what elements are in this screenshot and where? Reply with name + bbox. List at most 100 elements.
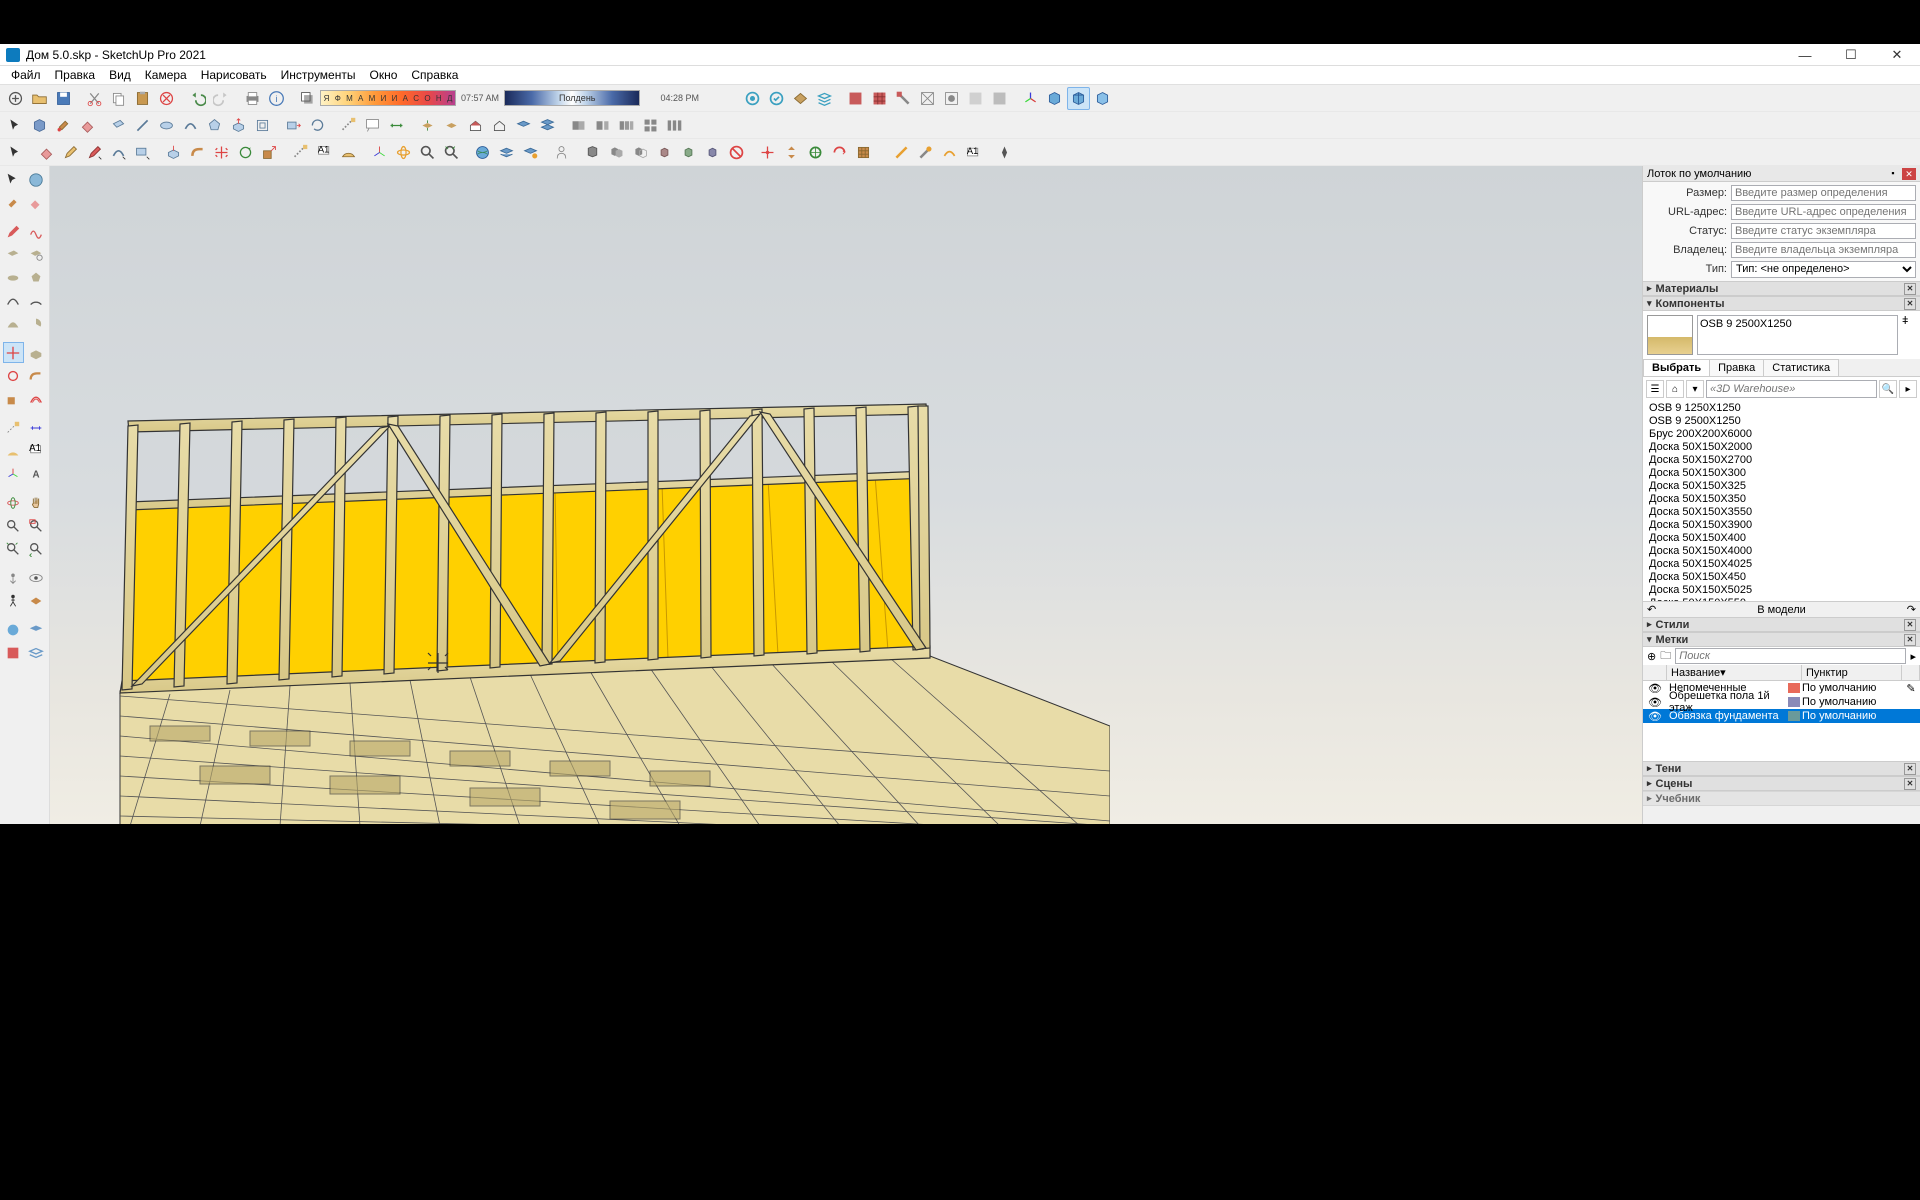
list-item[interactable]: Доска 50Х150Х3550: [1643, 505, 1920, 518]
lt-protractor-icon[interactable]: [3, 440, 24, 461]
pencil-icon[interactable]: [59, 141, 82, 164]
solid1-icon[interactable]: [581, 141, 604, 164]
component-icon[interactable]: [28, 114, 51, 137]
texture6-icon[interactable]: [964, 87, 987, 110]
lt-look-icon[interactable]: [26, 567, 47, 588]
menu-view[interactable]: Вид: [102, 68, 138, 82]
lt-zoom-icon[interactable]: [3, 515, 24, 536]
list-item[interactable]: Доска 50Х150Х2700: [1643, 453, 1920, 466]
list-item[interactable]: Доска 50Х150Х2000: [1643, 440, 1920, 453]
menu-edit[interactable]: Правка: [48, 68, 103, 82]
lt-3arc-icon[interactable]: [3, 313, 24, 334]
menu-file[interactable]: Файл: [4, 68, 48, 82]
iso2-icon[interactable]: [1067, 87, 1090, 110]
tape2-icon[interactable]: [289, 141, 312, 164]
lt-section-icon[interactable]: [26, 590, 47, 611]
lt-move-icon[interactable]: [3, 342, 24, 363]
tape-icon[interactable]: [337, 114, 360, 137]
group3-icon[interactable]: [615, 114, 638, 137]
axis-icon[interactable]: [1019, 87, 1042, 110]
redo-icon[interactable]: [210, 87, 233, 110]
lt-ext2-icon[interactable]: [26, 642, 47, 663]
save-icon[interactable]: [52, 87, 75, 110]
move2-icon[interactable]: [282, 114, 305, 137]
home-icon[interactable]: ⌂: [1666, 380, 1684, 398]
nav-icon[interactable]: ▸: [1899, 380, 1917, 398]
ext2-icon[interactable]: [914, 141, 937, 164]
pushpull2-icon[interactable]: [162, 141, 185, 164]
lt-rotate-icon[interactable]: [3, 365, 24, 386]
list-item[interactable]: Доска 50Х150Х300: [1643, 466, 1920, 479]
lt-3dtext-icon[interactable]: A: [26, 463, 47, 484]
rect-icon[interactable]: [107, 114, 130, 137]
orbit-icon[interactable]: [416, 114, 439, 137]
menu-tools[interactable]: Инструменты: [274, 68, 363, 82]
menu-bar[interactable]: Файл Правка Вид Камера Нарисовать Инстру…: [0, 66, 1920, 85]
minimize-button[interactable]: —: [1782, 44, 1828, 66]
pin-icon[interactable]: ▪: [1886, 168, 1900, 180]
lt-freehand-icon[interactable]: [26, 221, 47, 242]
sand2-icon[interactable]: [780, 141, 803, 164]
iso3-icon[interactable]: [1091, 87, 1114, 110]
outliner-icon[interactable]: [741, 87, 764, 110]
learn-panel-header[interactable]: ▸Учебник: [1643, 791, 1920, 806]
tab-edit[interactable]: Правка: [1709, 359, 1764, 376]
list-item[interactable]: Доска 50Х150Х3900: [1643, 518, 1920, 531]
tags-panel-header[interactable]: ▾Метки✕: [1643, 632, 1920, 647]
component-name[interactable]: OSB 9 2500Х1250: [1697, 315, 1898, 355]
tag-search-input[interactable]: [1675, 648, 1906, 664]
lt-pie-icon[interactable]: [26, 313, 47, 334]
model-info-icon[interactable]: i: [265, 87, 288, 110]
lt-geo-icon[interactable]: [3, 619, 24, 640]
sand1-icon[interactable]: [756, 141, 779, 164]
delete-icon[interactable]: [155, 87, 178, 110]
pan-icon[interactable]: [440, 114, 463, 137]
lt-rotrect-icon[interactable]: [26, 244, 47, 265]
tag-folder-icon[interactable]: 🗀: [1660, 647, 1671, 666]
search-input[interactable]: [1706, 380, 1877, 398]
lt-orbit-icon[interactable]: [3, 492, 24, 513]
list-item[interactable]: Доска 50Х150Х4000: [1643, 544, 1920, 557]
tag-row[interactable]: 👁Обрешетка пола 1й этажПо умолчанию: [1643, 695, 1920, 709]
list-item[interactable]: Брус 200Х200Х6000: [1643, 427, 1920, 440]
menu-camera[interactable]: Камера: [138, 68, 194, 82]
tray-header[interactable]: Лоток по умолчанию ▪ ✕: [1643, 166, 1920, 182]
texture2-icon[interactable]: [868, 87, 891, 110]
section-icon[interactable]: [789, 87, 812, 110]
materials-panel-header[interactable]: ▸Материалы✕: [1643, 281, 1920, 296]
lt-pencil-icon[interactable]: [3, 221, 24, 242]
dropdown-icon[interactable]: ▾: [1686, 380, 1704, 398]
house2-icon[interactable]: [488, 114, 511, 137]
date-slider[interactable]: ЯФМАМИИАСОНД: [320, 90, 456, 106]
select2-icon[interactable]: [4, 141, 27, 164]
tab-stats[interactable]: Статистика: [1763, 359, 1839, 376]
ext1-icon[interactable]: [890, 141, 913, 164]
lt-paint-icon[interactable]: [3, 192, 24, 213]
paste-icon[interactable]: [131, 87, 154, 110]
lt-pan-icon[interactable]: [26, 492, 47, 513]
group2-icon[interactable]: [591, 114, 614, 137]
lt-pushpull-icon[interactable]: [26, 342, 47, 363]
sand3-icon[interactable]: [804, 141, 827, 164]
axes-icon[interactable]: [368, 141, 391, 164]
open-icon[interactable]: [28, 87, 51, 110]
lt-select-icon[interactable]: [3, 169, 24, 190]
visibility-icon[interactable]: 👁: [1643, 682, 1667, 695]
line-icon[interactable]: [131, 114, 154, 137]
lt-axes-icon[interactable]: [3, 463, 24, 484]
components-panel-header[interactable]: ▾Компоненты✕: [1643, 296, 1920, 311]
solid5-icon[interactable]: [677, 141, 700, 164]
scale-icon[interactable]: [258, 141, 281, 164]
visibility-icon[interactable]: 👁: [1643, 696, 1667, 709]
rotate2-icon[interactable]: [306, 114, 329, 137]
group4-icon[interactable]: [639, 114, 662, 137]
forward-icon[interactable]: ↷: [1907, 603, 1916, 616]
close-button[interactable]: ✕: [1874, 44, 1920, 66]
lt-sandbox-icon[interactable]: [26, 619, 47, 640]
texture3-icon[interactable]: [892, 87, 915, 110]
texture7-icon[interactable]: [988, 87, 1011, 110]
lt-follow-icon[interactable]: [26, 365, 47, 386]
layers-icon[interactable]: [813, 87, 836, 110]
lt-tape-icon[interactable]: [3, 417, 24, 438]
solid4-icon[interactable]: [653, 141, 676, 164]
